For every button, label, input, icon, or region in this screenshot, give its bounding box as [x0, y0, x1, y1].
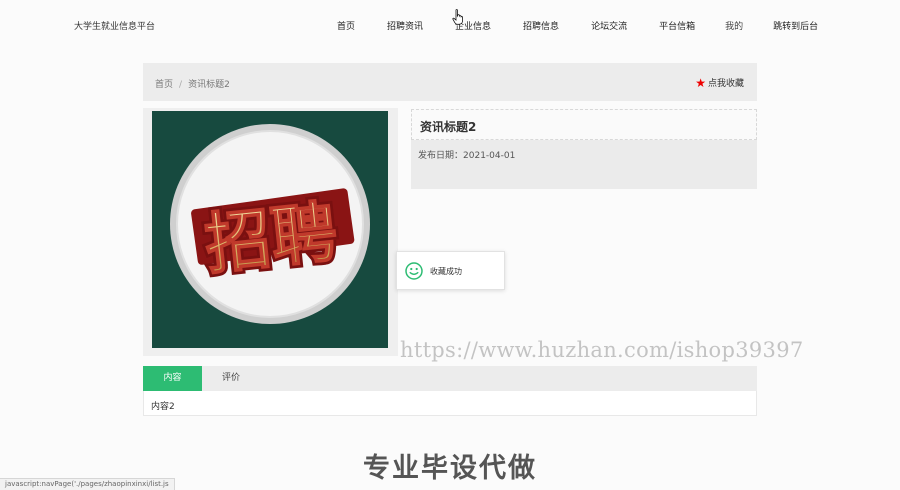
- favorite-label: 点我收藏: [707, 79, 744, 89]
- news-title: 资讯标题2: [420, 120, 477, 134]
- breadcrumb: 首页 / 资讯标题2: [155, 77, 230, 90]
- nav-item-home[interactable]: 首页: [337, 19, 355, 32]
- nav-item-mine[interactable]: 我的: [725, 19, 743, 32]
- toast-message: 收藏成功: [396, 251, 505, 290]
- poster-graphic: 招聘 招聘: [170, 124, 370, 324]
- tab-review[interactable]: 评价: [202, 366, 260, 391]
- watermark-text: https://www.huzhan.com/ishop39397: [400, 338, 804, 362]
- news-poster-image: 招聘 招聘: [152, 111, 388, 348]
- publish-date-label: 发布日期：: [418, 151, 464, 161]
- publish-date-value: 2021-04-01: [463, 151, 516, 161]
- favorite-button[interactable]: ★ 点我收藏: [695, 75, 744, 90]
- breadcrumb-current: 资讯标题2: [188, 80, 230, 90]
- publish-date: 发布日期：2021-04-01: [418, 148, 515, 161]
- toast-text: 收藏成功: [430, 267, 462, 276]
- top-navbar: 大学生就业信息平台 首页 招聘资讯 企业信息 招聘信息 论坛交流 平台信箱 我的…: [0, 0, 900, 52]
- tab-content-panel: 内容2: [143, 391, 757, 416]
- poster-text: 招聘: [201, 193, 340, 283]
- nav-item-mailbox[interactable]: 平台信箱: [659, 19, 695, 32]
- site-title[interactable]: 大学生就业信息平台: [74, 19, 155, 32]
- nav-item-forum[interactable]: 论坛交流: [591, 19, 627, 32]
- content-text: 内容2: [151, 402, 175, 412]
- main-nav: 首页 招聘资讯 企业信息 招聘信息 论坛交流 平台信箱 我的 跳转到后台: [320, 19, 818, 32]
- news-title-box: 资讯标题2: [411, 109, 757, 140]
- breadcrumb-separator: /: [179, 80, 183, 90]
- nav-item-job-news[interactable]: 招聘资讯: [387, 19, 423, 32]
- hand-cursor-icon: [452, 9, 463, 25]
- star-icon: ★: [695, 75, 706, 90]
- breadcrumb-bar: 首页 / 资讯标题2 ★ 点我收藏: [143, 63, 757, 101]
- news-meta-box: 发布日期：2021-04-01: [411, 140, 757, 189]
- tab-content[interactable]: 内容: [143, 366, 202, 391]
- nav-item-job-info[interactable]: 招聘信息: [523, 19, 559, 32]
- news-image-frame: 招聘 招聘: [143, 108, 398, 356]
- detail-tabs: 内容 评价: [143, 366, 757, 391]
- browser-status-bar: javascript:navPage('./pages/zhaopinxinxi…: [0, 478, 175, 490]
- breadcrumb-home[interactable]: 首页: [155, 80, 173, 90]
- nav-item-admin[interactable]: 跳转到后台: [773, 19, 818, 32]
- smile-icon: [405, 262, 423, 280]
